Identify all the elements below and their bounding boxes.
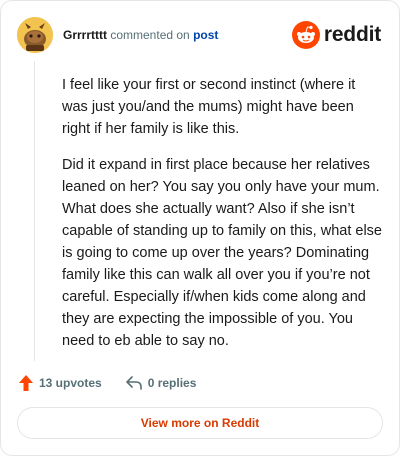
post-link[interactable]: post (193, 28, 218, 42)
comment-body: I feel like your first or second instinc… (62, 74, 382, 366)
comment-header: Grrrrtttt commented on post reddit (17, 17, 383, 53)
comment-paragraph-2: Did it expand in first place because her… (62, 157, 382, 349)
upvote-button[interactable]: 13 upvotes (19, 375, 102, 391)
view-more-button[interactable]: View more on Reddit (17, 407, 383, 439)
commented-on-label: commented on (110, 28, 190, 42)
author-name[interactable]: Grrrrtttt (63, 28, 107, 42)
reply-button[interactable]: 0 replies (125, 376, 197, 390)
reply-arrow-icon (125, 376, 142, 390)
comment-meta: Grrrrtttt commented on post (63, 27, 218, 43)
comment-actions: 13 upvotes 0 replies (19, 373, 220, 393)
upvote-arrow-icon (19, 375, 33, 391)
reddit-logo[interactable]: reddit (291, 20, 381, 50)
comment-paragraph-1: I feel like your first or second instinc… (62, 77, 356, 137)
user-avatar[interactable] (17, 17, 53, 53)
reply-count: 0 replies (147, 376, 197, 390)
upvote-count: 13 upvotes (39, 376, 102, 390)
reddit-logo-icon (291, 21, 320, 49)
snoo-avatar-icon (17, 17, 53, 53)
embedded-comment-card: Grrrrtttt commented on post reddit I fee… (0, 0, 400, 456)
thread-line (34, 61, 35, 361)
reddit-wordmark: reddit (323, 23, 381, 46)
